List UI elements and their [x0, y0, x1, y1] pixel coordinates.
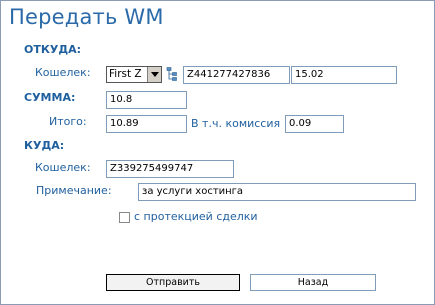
commission-label: В т.ч. комиссия: [191, 117, 281, 130]
protection-label: с протекцией сделки: [134, 210, 258, 223]
note-label: Примечание:: [36, 184, 112, 197]
amount-section-label: СУММА:: [24, 91, 76, 104]
commission-field[interactable]: 0.09: [285, 115, 344, 133]
amount-field[interactable]: 10.8: [106, 91, 187, 109]
wallet-tree-icon[interactable]: [166, 67, 178, 81]
to-wallet-label: Кошелек:: [35, 161, 91, 174]
from-wallet-id-field[interactable]: Z441277427836: [183, 66, 290, 84]
note-field[interactable]: за услуги хостинга: [138, 183, 416, 201]
from-wallet-label: Кошелек:: [35, 66, 91, 79]
from-wallet-select-value: First Z: [109, 68, 142, 80]
total-label: Итого:: [49, 115, 87, 128]
back-button[interactable]: Назад: [250, 274, 376, 291]
from-wallet-select[interactable]: First Z: [106, 66, 162, 83]
to-wallet-id-field[interactable]: Z339275499747: [106, 160, 234, 178]
page-title: Передать WM: [9, 5, 164, 29]
from-section-label: ОТКУДА:: [24, 43, 82, 56]
protection-checkbox[interactable]: [119, 212, 130, 223]
from-balance-field[interactable]: 15.02: [291, 66, 397, 84]
total-field[interactable]: 10.89: [106, 115, 187, 133]
chevron-down-icon[interactable]: [147, 67, 161, 82]
send-button[interactable]: Отправить: [106, 274, 240, 291]
to-section-label: КУДА:: [24, 139, 65, 152]
